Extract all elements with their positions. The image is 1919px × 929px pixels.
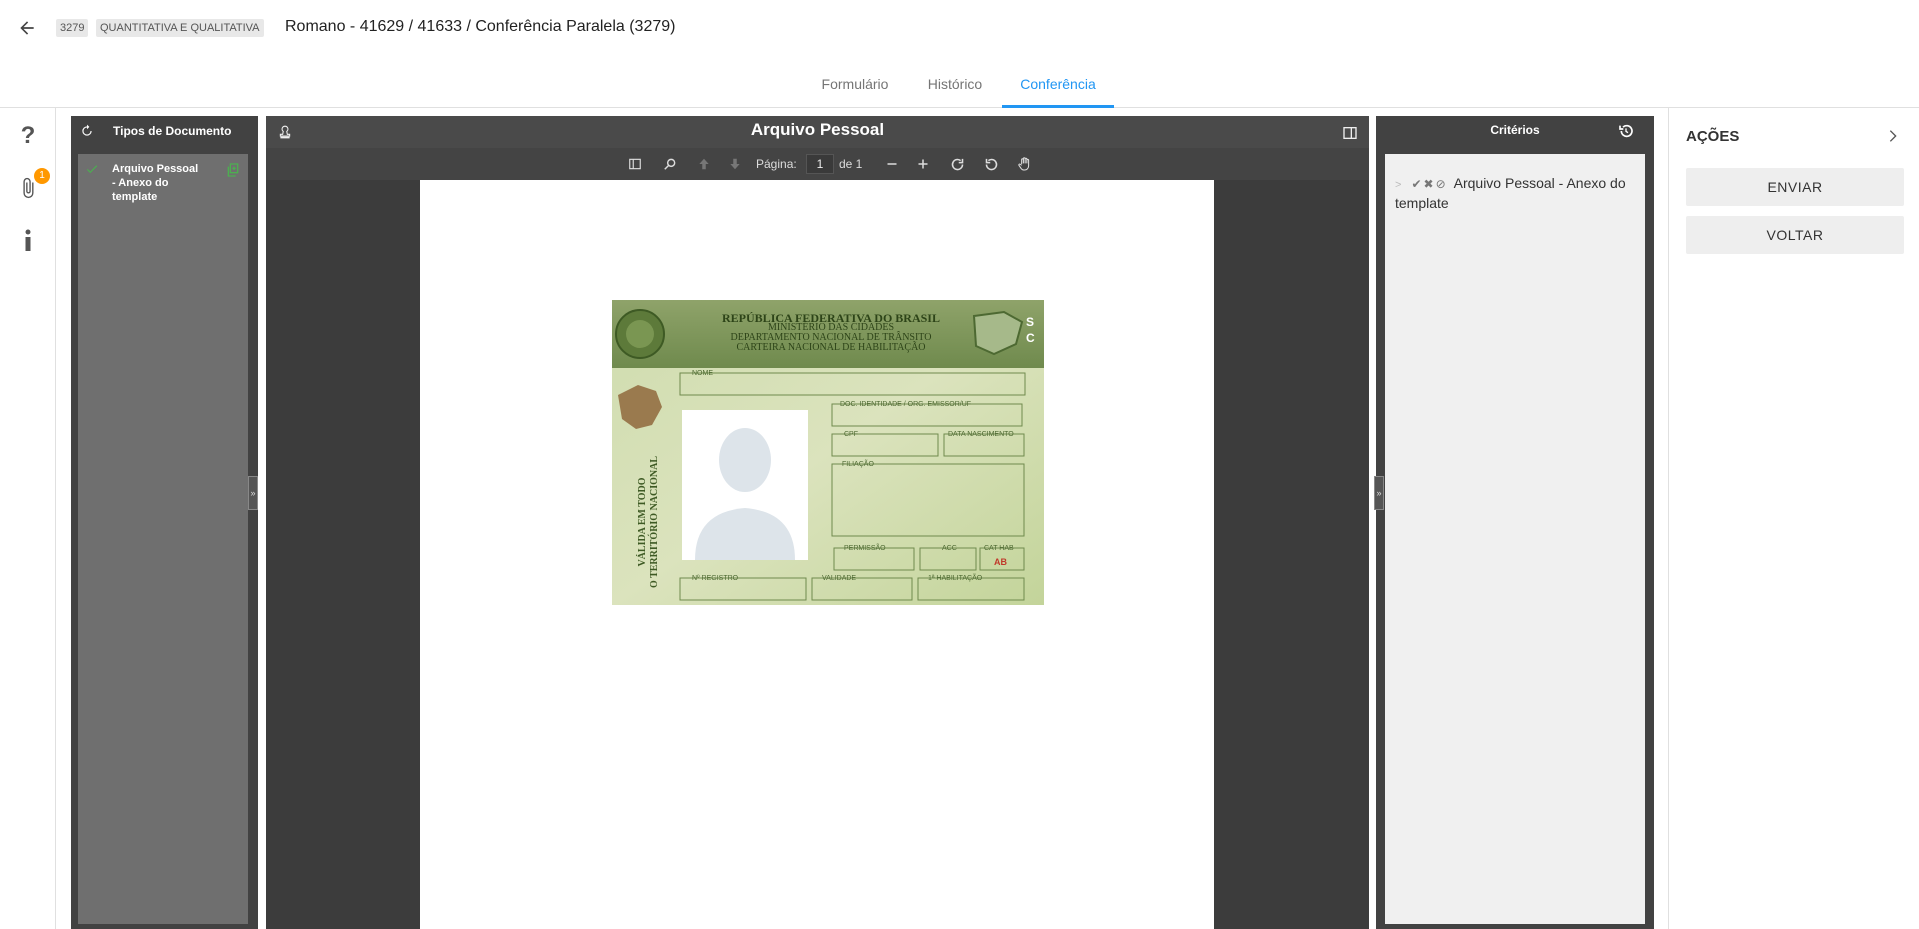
document-page: REPÚBLICA FEDERATIVA DO BRASIL MINISTÉRI… (420, 180, 1214, 929)
approve-icon[interactable]: ✔ (1411, 177, 1421, 191)
send-button[interactable]: ENVIAR (1686, 168, 1904, 206)
card-field-label: DOC. IDENTIDADE / ORG. EMISSOR/UF (840, 401, 972, 408)
card-field-label: ACC (942, 545, 957, 552)
types-collapse-handle[interactable]: » (248, 476, 258, 510)
viewer-title: Arquivo Pessoal (750, 120, 885, 139)
criteria-item[interactable]: > ✔ ✖ ⊘ Arquivo Pessoal - Anexo do template (1395, 174, 1640, 212)
sidebar-icon (629, 158, 641, 170)
help-icon: ? (20, 122, 36, 149)
info-button[interactable] (14, 226, 42, 254)
card-field-label: VALIDADE (822, 575, 857, 582)
card-field-label: DATA NASCIMENTO (948, 431, 1014, 438)
left-rail: ? 1 (0, 108, 56, 929)
actions-title: AÇÕES (1686, 128, 1740, 145)
page-title: Romano - 41629 / 41633 / Conferência Par… (285, 18, 676, 35)
zoom-in-button[interactable] (912, 154, 934, 174)
previous-page-button[interactable] (693, 154, 715, 174)
tab-historico[interactable]: Histórico (916, 66, 994, 108)
card-field-label: Nº REGISTRO (692, 575, 739, 582)
next-page-button[interactable] (724, 154, 746, 174)
tab-conferencia[interactable]: Conferência (1002, 66, 1114, 108)
minus-icon (887, 163, 897, 165)
return-button[interactable]: VOLTAR (1686, 216, 1904, 254)
rotate-cw-icon (951, 158, 963, 170)
back-button[interactable] (14, 15, 40, 41)
page-number-input[interactable] (806, 154, 834, 174)
zoom-out-button[interactable] (881, 154, 903, 174)
criteria-title: Critérios (1490, 123, 1540, 137)
document-type-item[interactable]: Arquivo Pessoal - Anexo do template (78, 154, 248, 210)
help-button[interactable]: ? (14, 122, 42, 150)
check-icon (86, 165, 98, 174)
plus-icon (918, 159, 928, 169)
card-field-label: FILIAÇÃO (842, 461, 874, 468)
arrow-up-icon (699, 158, 709, 170)
process-id-badge: 3279 (56, 19, 89, 37)
arrow-left-icon (20, 21, 34, 35)
card-state: SC (1026, 315, 1035, 345)
block-icon[interactable]: ⊘ (1436, 177, 1446, 191)
rotate-counterclockwise-button[interactable] (980, 154, 1002, 174)
document-image: REPÚBLICA FEDERATIVA DO BRASIL MINISTÉRI… (612, 300, 1044, 605)
criteria-panel: » Critérios > ✔ ✖ ⊘ Arquivo Pessoal - Anexo … (1374, 116, 1654, 929)
actions-panel: AÇÕES ENVIAR VOLTAR (1668, 108, 1919, 929)
card-field-label: 1ª HABILITAÇÃO (928, 575, 983, 582)
attachments-button[interactable]: 1 (14, 168, 50, 202)
rotate-ccw-icon (985, 158, 997, 170)
history-icon[interactable] (1618, 123, 1634, 139)
tab-bar: Formulário Histórico Conferência (0, 66, 1919, 108)
arrow-down-icon (730, 158, 740, 170)
document-type-label: Arquivo Pessoal - Anexo do template (112, 163, 199, 203)
document-types-title: Tipos de Documento (113, 124, 232, 138)
card-field-label: CAT HAB (984, 545, 1014, 552)
rotate-clockwise-button[interactable] (946, 154, 968, 174)
chevron-right-icon[interactable] (1885, 128, 1901, 144)
split-view-icon[interactable] (1342, 125, 1358, 141)
info-icon (25, 229, 31, 251)
page-total: de 1 (839, 157, 863, 171)
card-side-text: VÁLIDA EM TODO (637, 477, 648, 567)
reject-icon[interactable]: ✖ (1424, 177, 1434, 191)
chevron-right-icon[interactable]: > (1395, 179, 1401, 191)
card-header-line: CARTEIRA NACIONAL DE HABILITAÇÃO (736, 342, 926, 353)
refresh-icon[interactable] (80, 124, 94, 138)
copy-icon[interactable] (225, 162, 241, 178)
process-type-badge: QUANTITATIVA E QUALITATIVA (96, 19, 264, 37)
card-field-label: NOME (692, 370, 713, 377)
criteria-collapse-handle[interactable]: » (1374, 476, 1384, 510)
top-bar: 3279 QUANTITATIVA E QUALITATIVA Romano -… (0, 0, 1919, 56)
attachment-count-badge: 1 (34, 168, 50, 184)
document-viewer: Arquivo Pessoal Página: de 1 (266, 116, 1369, 929)
tab-formulario[interactable]: Formulário (812, 66, 898, 108)
criteria-list: > ✔ ✖ ⊘ Arquivo Pessoal - Anexo do template (1385, 154, 1645, 924)
hand-tool-button[interactable] (1014, 154, 1036, 174)
viewer-toolbar: Página: de 1 (266, 148, 1369, 180)
document-types-list: Arquivo Pessoal - Anexo do template (78, 154, 248, 924)
search-icon (664, 158, 676, 170)
card-field-label: PERMISSÃO (844, 545, 886, 552)
search-button[interactable] (659, 154, 681, 174)
card-side-text: O TERRITÓRIO NACIONAL (649, 455, 660, 589)
document-types-panel: Tipos de Documento Arquivo Pessoal - Ane… (71, 116, 258, 929)
hand-icon (1018, 157, 1030, 171)
card-field-label: CPF (844, 431, 858, 438)
page-label: Página: (756, 157, 797, 171)
toggle-sidebar-button[interactable] (624, 154, 646, 174)
card-category-value: AB (994, 557, 1007, 567)
document-types-header: Tipos de Documento (71, 116, 258, 146)
viewer-titlebar: Arquivo Pessoal (266, 116, 1369, 148)
